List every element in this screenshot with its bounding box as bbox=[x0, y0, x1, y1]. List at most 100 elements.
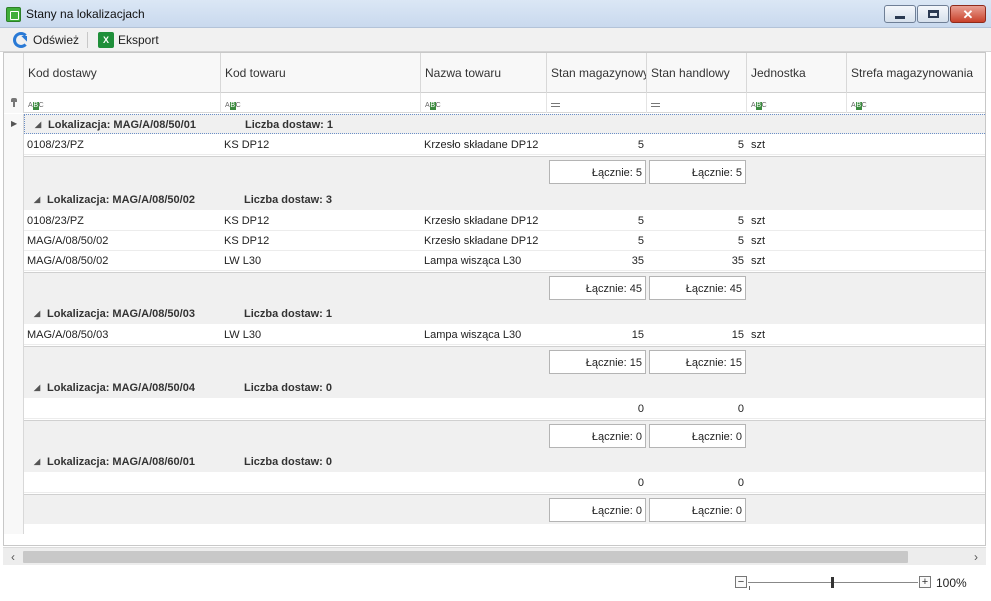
column-header-nazwa-towaru[interactable]: Nazwa towaru bbox=[421, 53, 547, 93]
cell-nazwa: Krzesło składane DP12 bbox=[424, 235, 539, 247]
equals-filter-icon bbox=[651, 103, 660, 107]
pin-icon bbox=[11, 98, 17, 107]
filter-nazwa-towaru[interactable]: ABC bbox=[421, 93, 547, 113]
refresh-button[interactable]: Odśwież bbox=[10, 30, 82, 50]
text-filter-icon: ABC bbox=[851, 102, 867, 110]
export-button[interactable]: X Eksport bbox=[95, 30, 162, 50]
group-row[interactable]: ◢ Lokalizacja: MAG/A/08/50/03 Liczba dos… bbox=[24, 304, 985, 324]
close-button[interactable]: ✕ bbox=[950, 5, 986, 23]
group-footer: Łącznie: 5 Łącznie: 5 bbox=[24, 156, 985, 190]
collapse-triangle-icon[interactable]: ◢ bbox=[34, 457, 40, 466]
group-footer: Łącznie: 0 Łącznie: 0 bbox=[24, 420, 985, 454]
zoom-out-button[interactable]: − bbox=[735, 576, 747, 588]
equals-filter-icon bbox=[551, 103, 560, 107]
row-indicator-header bbox=[4, 53, 24, 93]
table-row[interactable]: MAG/A/08/50/02 LW L30 Lampa wisząca L30 … bbox=[24, 251, 985, 271]
column-header-kod-towaru[interactable]: Kod towaru bbox=[221, 53, 421, 93]
maximize-icon bbox=[927, 10, 939, 18]
group-count: Liczba dostaw: 0 bbox=[244, 456, 333, 468]
column-header-strefa[interactable]: Strefa magazynowania bbox=[847, 53, 985, 93]
cell-stan-mag: 5 bbox=[637, 215, 644, 227]
scroll-right-icon[interactable]: › bbox=[968, 550, 984, 564]
group-location: Lokalizacja: MAG/A/08/50/03 bbox=[47, 308, 195, 320]
table-row[interactable]: 0108/23/PZ KS DP12 Krzesło składane DP12… bbox=[24, 211, 985, 231]
text-filter-icon: ABC bbox=[751, 102, 767, 110]
zoom-in-button[interactable]: + bbox=[919, 576, 931, 588]
filter-kod-dostawy[interactable]: ABC bbox=[24, 93, 221, 113]
cell-kod-dostawy: 0108/23/PZ bbox=[27, 139, 84, 151]
column-header-stan-magazynowy[interactable]: Stan magazynowy bbox=[547, 53, 647, 93]
text-filter-icon: ABC bbox=[28, 102, 44, 110]
filter-jednostka[interactable]: ABC bbox=[747, 93, 847, 113]
cell-jednostka: szt bbox=[751, 329, 766, 341]
cell-kod-dostawy: MAG/A/08/50/03 bbox=[27, 329, 109, 341]
cell-stan-mag: 5 bbox=[637, 139, 644, 151]
group-footer: Łącznie: 15 Łącznie: 15 bbox=[24, 346, 985, 380]
current-row-marker-icon: ▶ bbox=[11, 119, 18, 128]
filter-kod-towaru[interactable]: ABC bbox=[221, 93, 421, 113]
group-location: Lokalizacja: MAG/A/08/50/04 bbox=[47, 382, 195, 394]
cell-stan-handl: 0 bbox=[737, 403, 744, 415]
table-row[interactable]: MAG/A/08/50/02 KS DP12 Krzesło składane … bbox=[24, 231, 985, 251]
scroll-left-icon[interactable]: ‹ bbox=[5, 550, 21, 564]
summary-stan-handl: Łącznie: 45 bbox=[649, 276, 746, 300]
cell-jednostka: szt bbox=[751, 139, 766, 151]
window-title: Stany na lokalizacjach bbox=[26, 7, 145, 21]
group-count: Liczba dostaw: 1 bbox=[245, 119, 334, 131]
cell-nazwa: Lampa wisząca L30 bbox=[424, 329, 522, 341]
filter-strefa[interactable]: ABC bbox=[847, 93, 985, 113]
group-row[interactable]: ◢ Lokalizacja: MAG/A/08/50/02 Liczba dos… bbox=[24, 190, 985, 210]
group-row[interactable]: ◢ Lokalizacja: MAG/A/08/50/04 Liczba dos… bbox=[24, 378, 985, 398]
horizontal-scrollbar[interactable]: ‹ › bbox=[3, 547, 986, 565]
cell-stan-handl: 0 bbox=[737, 477, 744, 489]
table-row[interactable]: 0108/23/PZ KS DP12 Krzesło składane DP12… bbox=[24, 135, 985, 155]
collapse-triangle-icon[interactable]: ◢ bbox=[35, 120, 41, 129]
summary-stan-mag: Łącznie: 15 bbox=[549, 350, 646, 374]
cell-kod-towaru: KS DP12 bbox=[224, 215, 270, 227]
zoom-slider-thumb[interactable] bbox=[831, 577, 834, 588]
toolbar: Odśwież X Eksport bbox=[0, 28, 991, 52]
zoom-level-label: 100% bbox=[936, 576, 967, 590]
cell-jednostka: szt bbox=[751, 215, 766, 227]
group-row[interactable]: ◢ Lokalizacja: MAG/A/08/60/01 Liczba dos… bbox=[24, 452, 985, 472]
group-count: Liczba dostaw: 0 bbox=[244, 382, 333, 394]
minimize-button[interactable] bbox=[884, 5, 916, 23]
cell-jednostka: szt bbox=[751, 235, 766, 247]
cell-kod-dostawy: MAG/A/08/50/02 bbox=[27, 235, 109, 247]
scrollbar-thumb[interactable] bbox=[23, 551, 908, 563]
cell-jednostka: szt bbox=[751, 255, 766, 267]
column-header-stan-handlowy[interactable]: Stan handlowy bbox=[647, 53, 747, 93]
group-footer: Łącznie: 45 Łącznie: 45 bbox=[24, 272, 985, 306]
data-grid: Kod dostawy Kod towaru Nazwa towaru Stan… bbox=[3, 52, 986, 546]
collapse-triangle-icon[interactable]: ◢ bbox=[34, 309, 40, 318]
text-filter-icon: ABC bbox=[225, 102, 241, 110]
text-filter-icon: ABC bbox=[425, 102, 441, 110]
cell-stan-mag: 0 bbox=[637, 403, 644, 415]
table-row[interactable]: MAG/A/08/50/03 LW L30 Lampa wisząca L30 … bbox=[24, 325, 985, 345]
filter-row-indicator bbox=[4, 93, 24, 113]
cell-stan-handl: 5 bbox=[737, 235, 744, 247]
column-header-jednostka[interactable]: Jednostka bbox=[747, 53, 847, 93]
table-row[interactable]: 0 0 bbox=[24, 399, 985, 419]
group-location: Lokalizacja: MAG/A/08/50/01 bbox=[48, 119, 196, 131]
auto-filter-row: ABC ABC ABC ABC ABC bbox=[4, 93, 985, 113]
cell-stan-mag: 15 bbox=[631, 329, 644, 341]
collapse-triangle-icon[interactable]: ◢ bbox=[34, 195, 40, 204]
group-location: Lokalizacja: MAG/A/08/50/02 bbox=[47, 194, 195, 206]
table-row[interactable]: 0 0 bbox=[24, 473, 985, 493]
cell-stan-mag: 35 bbox=[631, 255, 644, 267]
summary-stan-mag: Łącznie: 5 bbox=[549, 160, 646, 184]
filter-stan-handlowy[interactable] bbox=[647, 93, 747, 113]
group-row[interactable]: ◢ Lokalizacja: MAG/A/08/50/01 Liczba dos… bbox=[24, 114, 985, 134]
group-footer: Łącznie: 0 Łącznie: 0 bbox=[24, 494, 985, 524]
grid-body: ▶ ◢ Lokalizacja: MAG/A/08/50/01 Liczba d… bbox=[4, 114, 985, 534]
export-label: Eksport bbox=[118, 33, 159, 47]
cell-stan-handl: 5 bbox=[737, 215, 744, 227]
filter-stan-magazynowy[interactable] bbox=[547, 93, 647, 113]
column-header-kod-dostawy[interactable]: Kod dostawy bbox=[24, 53, 221, 93]
collapse-triangle-icon[interactable]: ◢ bbox=[34, 383, 40, 392]
summary-stan-handl: Łącznie: 15 bbox=[649, 350, 746, 374]
cell-nazwa: Krzesło składane DP12 bbox=[424, 139, 539, 151]
summary-stan-mag: Łącznie: 0 bbox=[549, 498, 646, 522]
maximize-button[interactable] bbox=[917, 5, 949, 23]
